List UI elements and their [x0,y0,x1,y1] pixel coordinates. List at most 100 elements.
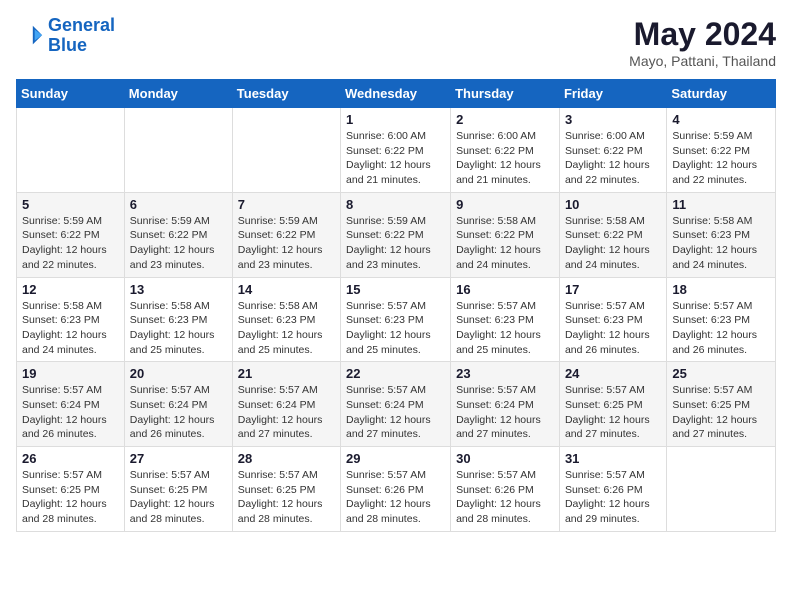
calendar-cell: 18 Sunrise: 5:57 AM Sunset: 6:23 PM Dayli… [667,277,776,362]
calendar-cell: 31 Sunrise: 5:57 AM Sunset: 6:26 PM Dayli… [559,447,666,532]
day-info: Sunrise: 5:57 AM Sunset: 6:26 PM Dayligh… [565,468,661,527]
day-info: Sunrise: 5:57 AM Sunset: 6:25 PM Dayligh… [672,383,770,442]
calendar-table: SundayMondayTuesdayWednesdayThursdayFrid… [16,79,776,532]
day-info: Sunrise: 5:57 AM Sunset: 6:23 PM Dayligh… [565,299,661,358]
day-number: 24 [565,366,661,381]
day-number: 19 [22,366,119,381]
weekday-header-monday: Monday [124,80,232,108]
day-number: 30 [456,451,554,466]
day-number: 31 [565,451,661,466]
calendar-cell: 17 Sunrise: 5:57 AM Sunset: 6:23 PM Dayli… [559,277,666,362]
day-number: 3 [565,112,661,127]
logo-icon [16,22,44,50]
day-number: 25 [672,366,770,381]
week-row-1: 5Sunrise: 5:59 AM Sunset: 6:22 PM Daylig… [17,192,776,277]
calendar-cell: 23 Sunrise: 5:57 AM Sunset: 6:24 PM Dayli… [451,362,560,447]
day-info: Sunrise: 5:57 AM Sunset: 6:25 PM Dayligh… [130,468,227,527]
day-info: Sunrise: 5:59 AM Sunset: 6:22 PM Dayligh… [238,214,335,273]
day-info: Sunrise: 6:00 AM Sunset: 6:22 PM Dayligh… [346,129,445,188]
calendar-cell: 19 Sunrise: 5:57 AM Sunset: 6:24 PM Dayli… [17,362,125,447]
main-title: May 2024 [629,16,776,53]
weekday-header-saturday: Saturday [667,80,776,108]
day-number: 17 [565,282,661,297]
calendar-cell: 25 Sunrise: 5:57 AM Sunset: 6:25 PM Dayli… [667,362,776,447]
day-number: 13 [130,282,227,297]
subtitle: Mayo, Pattani, Thailand [629,53,776,69]
day-info: Sunrise: 5:57 AM Sunset: 6:23 PM Dayligh… [346,299,445,358]
calendar-cell: 24Sunrise: 5:57 AM Sunset: 6:25 PM Dayli… [559,362,666,447]
day-number: 10 [565,197,661,212]
day-info: Sunrise: 5:58 AM Sunset: 6:23 PM Dayligh… [672,214,770,273]
calendar-cell: 14Sunrise: 5:58 AM Sunset: 6:23 PM Dayli… [232,277,340,362]
day-number: 11 [672,197,770,212]
calendar-cell [17,108,125,193]
day-info: Sunrise: 5:57 AM Sunset: 6:24 PM Dayligh… [456,383,554,442]
calendar-cell: 21Sunrise: 5:57 AM Sunset: 6:24 PM Dayli… [232,362,340,447]
weekday-header-sunday: Sunday [17,80,125,108]
day-info: Sunrise: 5:58 AM Sunset: 6:23 PM Dayligh… [238,299,335,358]
calendar-cell: 26Sunrise: 5:57 AM Sunset: 6:25 PM Dayli… [17,447,125,532]
title-area: May 2024 Mayo, Pattani, Thailand [629,16,776,69]
day-number: 27 [130,451,227,466]
day-number: 26 [22,451,119,466]
calendar-cell: 12Sunrise: 5:58 AM Sunset: 6:23 PM Dayli… [17,277,125,362]
calendar-cell: 2Sunrise: 6:00 AM Sunset: 6:22 PM Daylig… [451,108,560,193]
weekday-header-wednesday: Wednesday [341,80,451,108]
logo-text: General Blue [48,16,115,56]
day-info: Sunrise: 5:57 AM Sunset: 6:26 PM Dayligh… [346,468,445,527]
calendar-cell: 16 Sunrise: 5:57 AM Sunset: 6:23 PM Dayli… [451,277,560,362]
day-info: Sunrise: 5:57 AM Sunset: 6:25 PM Dayligh… [238,468,335,527]
day-number: 23 [456,366,554,381]
day-info: Sunrise: 5:59 AM Sunset: 6:22 PM Dayligh… [22,214,119,273]
day-info: Sunrise: 5:59 AM Sunset: 6:22 PM Dayligh… [672,129,770,188]
day-info: Sunrise: 5:57 AM Sunset: 6:24 PM Dayligh… [346,383,445,442]
day-number: 15 [346,282,445,297]
week-row-3: 19 Sunrise: 5:57 AM Sunset: 6:24 PM Dayli… [17,362,776,447]
day-number: 8 [346,197,445,212]
day-info: Sunrise: 5:57 AM Sunset: 6:24 PM Dayligh… [22,383,119,442]
day-number: 21 [238,366,335,381]
calendar-cell: 20Sunrise: 5:57 AM Sunset: 6:24 PM Dayli… [124,362,232,447]
calendar-cell [667,447,776,532]
calendar-cell: 3 Sunrise: 6:00 AM Sunset: 6:22 PM Daylig… [559,108,666,193]
calendar-cell: 28 Sunrise: 5:57 AM Sunset: 6:25 PM Dayli… [232,447,340,532]
calendar-cell: 4Sunrise: 5:59 AM Sunset: 6:22 PM Daylig… [667,108,776,193]
week-row-4: 26 Sunrise: 5:57 AM Sunset: 6:25 PM Dayli… [17,447,776,532]
weekday-header-tuesday: Tuesday [232,80,340,108]
day-number: 12 [22,282,119,297]
calendar-cell: 10Sunrise: 5:58 AM Sunset: 6:22 PM Dayli… [559,192,666,277]
calendar-cell: 27 Sunrise: 5:57 AM Sunset: 6:25 PM Dayli… [124,447,232,532]
day-info: Sunrise: 5:59 AM Sunset: 6:22 PM Dayligh… [130,214,227,273]
day-info: Sunrise: 5:58 AM Sunset: 6:22 PM Dayligh… [456,214,554,273]
calendar-cell: 29 Sunrise: 5:57 AM Sunset: 6:26 PM Dayli… [341,447,451,532]
day-number: 20 [130,366,227,381]
calendar-cell: 6 Sunrise: 5:59 AM Sunset: 6:22 PM Daylig… [124,192,232,277]
weekday-header-friday: Friday [559,80,666,108]
day-info: Sunrise: 5:59 AM Sunset: 6:22 PM Dayligh… [346,214,445,273]
day-number: 7 [238,197,335,212]
calendar-cell [232,108,340,193]
week-row-2: 12 Sunrise: 5:58 AM Sunset: 6:23 PM Dayli… [17,277,776,362]
day-number: 28 [238,451,335,466]
weekday-header-row: SundayMondayTuesdayWednesdayThursdayFrid… [17,80,776,108]
day-number: 6 [130,197,227,212]
day-info: Sunrise: 5:57 AM Sunset: 6:23 PM Dayligh… [456,299,554,358]
day-info: Sunrise: 5:58 AM Sunset: 6:23 PM Dayligh… [130,299,227,358]
logo: General Blue [16,16,115,56]
calendar-cell: 5Sunrise: 5:59 AM Sunset: 6:22 PM Daylig… [17,192,125,277]
calendar-cell: 30Sunrise: 5:57 AM Sunset: 6:26 PM Dayli… [451,447,560,532]
logo-line2: Blue [48,35,87,55]
calendar-cell: 13 Sunrise: 5:58 AM Sunset: 6:23 PM Dayli… [124,277,232,362]
weekday-header-thursday: Thursday [451,80,560,108]
day-info: Sunrise: 5:57 AM Sunset: 6:23 PM Dayligh… [672,299,770,358]
day-info: Sunrise: 6:00 AM Sunset: 6:22 PM Dayligh… [565,129,661,188]
day-number: 1 [346,112,445,127]
header: General Blue May 2024 Mayo, Pattani, Tha… [16,16,776,69]
day-number: 18 [672,282,770,297]
day-number: 29 [346,451,445,466]
day-number: 22 [346,366,445,381]
day-number: 16 [456,282,554,297]
logo-line1: General [48,15,115,35]
calendar-cell: 8 Sunrise: 5:59 AM Sunset: 6:22 PM Daylig… [341,192,451,277]
calendar-cell: 7 Sunrise: 5:59 AM Sunset: 6:22 PM Daylig… [232,192,340,277]
